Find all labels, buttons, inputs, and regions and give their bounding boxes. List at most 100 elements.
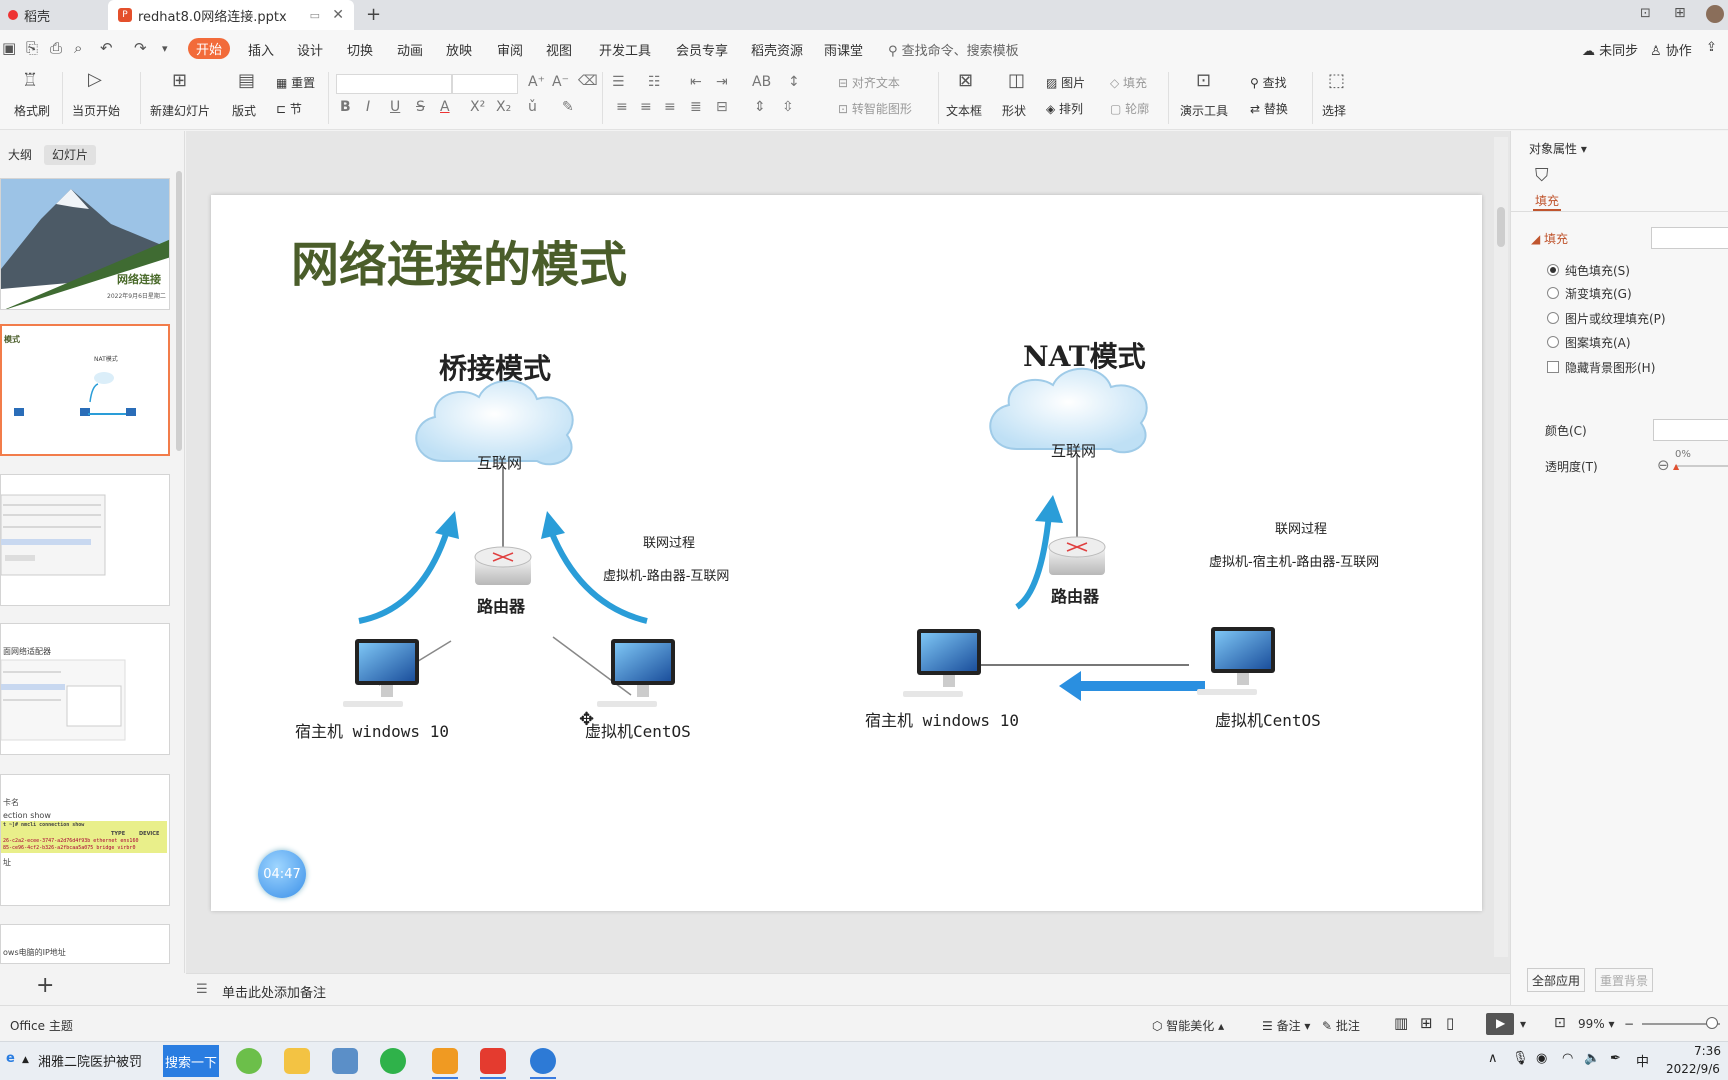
remote-desktop-icon[interactable] xyxy=(332,1048,358,1074)
menu-animation[interactable]: 动画 xyxy=(397,40,423,59)
font-family-select[interactable] xyxy=(336,74,452,94)
font-size-select[interactable] xyxy=(452,74,518,94)
vmware-icon[interactable] xyxy=(432,1048,458,1074)
command-search[interactable]: ⚲ 查找命令、搜索模板 xyxy=(888,40,1019,59)
subscript-icon[interactable]: X₂ xyxy=(496,99,511,115)
tab-slides[interactable]: 幻灯片 xyxy=(44,145,97,165)
layout-icon[interactable]: ▤ xyxy=(238,70,255,91)
normal-view-icon[interactable]: ▥ xyxy=(1394,1014,1408,1032)
clock-time[interactable]: 7:36 xyxy=(1694,1044,1721,1058)
grow-font-icon[interactable]: A⁺ xyxy=(528,74,545,90)
redo-icon[interactable]: ↷ xyxy=(134,39,147,57)
menu-insert[interactable]: 插入 xyxy=(248,40,274,59)
menu-review[interactable]: 审阅 xyxy=(497,40,523,59)
transparency-slider[interactable] xyxy=(1675,465,1728,467)
arrange-button[interactable]: ◈ 排列 xyxy=(1046,100,1083,117)
outline-button[interactable]: ▢ 轮廓 xyxy=(1110,100,1149,117)
play-from-current-button[interactable]: 当页开始 xyxy=(72,102,120,119)
undo-icon[interactable]: ↶ xyxy=(100,39,113,57)
slide[interactable]: 网络连接的模式 桥接模式 互联网 路由器 联网过程 虚拟机-路由器-互联网 宿主… xyxy=(211,195,1482,911)
user-avatar[interactable] xyxy=(1706,5,1724,23)
tab-pptx[interactable]: P redhat8.0网络连接.pptx ▭ ✕ xyxy=(108,0,354,30)
transparency-thumb[interactable]: ▲ xyxy=(1673,462,1679,471)
more-icon[interactable]: ▾ xyxy=(162,42,168,55)
save-icon[interactable]: ▣ xyxy=(2,39,16,57)
reset-background-button[interactable]: 重置背景 xyxy=(1595,968,1653,992)
select-button[interactable]: 选择 xyxy=(1322,102,1346,119)
tray-app-icon[interactable]: ◉ xyxy=(1536,1051,1547,1066)
justify-icon[interactable]: ≣ xyxy=(690,99,702,115)
opt-hide-bg[interactable]: 隐藏背景图形(H) xyxy=(1565,359,1655,376)
wechat-icon[interactable] xyxy=(380,1048,406,1074)
file-explorer-icon[interactable] xyxy=(284,1048,310,1074)
line-spacing-icon[interactable]: ↕ xyxy=(788,74,800,90)
highlight-icon[interactable]: ✎ xyxy=(562,99,574,115)
smartart-button[interactable]: ⊡ 转智能图形 xyxy=(838,100,912,117)
zoom-thumb[interactable] xyxy=(1706,1017,1718,1029)
align-center-icon[interactable]: ≡ xyxy=(640,99,652,115)
textbox-icon[interactable]: ⊠ xyxy=(958,70,973,91)
menu-devtools[interactable]: 开发工具 xyxy=(599,40,651,59)
distribute-icon[interactable]: ⊟ xyxy=(716,99,728,115)
panel-scrollbar[interactable] xyxy=(176,171,182,451)
font-color-icon[interactable]: A xyxy=(440,99,450,115)
slide-thumb-6[interactable]: ows电脑的IP地址 xyxy=(0,924,170,964)
slide-thumb-2[interactable]: 模式 NAT模式 xyxy=(0,324,170,456)
menu-transition[interactable]: 切换 xyxy=(347,40,373,59)
pen-icon[interactable]: ✒ xyxy=(1610,1051,1621,1066)
canvas-scrollbar[interactable] xyxy=(1494,137,1508,957)
opt-solid-fill[interactable]: 纯色填充(S) xyxy=(1565,262,1630,279)
radio-solid-fill[interactable] xyxy=(1547,264,1559,276)
new-tab-icon[interactable]: + xyxy=(366,4,381,25)
superscript-icon[interactable]: X² xyxy=(470,99,485,115)
italic-icon[interactable]: I xyxy=(366,99,370,115)
export-icon[interactable]: ⎘ xyxy=(26,39,38,57)
layout-button[interactable]: 版式 xyxy=(232,102,256,119)
zoom-level[interactable]: 99% ▾ xyxy=(1578,1017,1615,1031)
play-from-current-icon[interactable]: ▷ xyxy=(88,69,102,90)
strikethrough-icon[interactable]: S xyxy=(416,99,425,115)
new-slide-icon[interactable]: ⊞ xyxy=(172,70,187,91)
opt-picture-fill[interactable]: 图片或纹理填充(P) xyxy=(1565,310,1666,327)
new-slide-button[interactable]: 新建幻灯片 xyxy=(150,102,210,119)
shrink-font-icon[interactable]: A⁻ xyxy=(552,74,569,90)
tab-fill[interactable]: 填充 xyxy=(1535,192,1559,209)
format-painter-button[interactable]: 格式刷 xyxy=(14,102,50,119)
align-left-icon[interactable]: ≡ xyxy=(616,99,628,115)
slide-thumb-4[interactable]: 面网络适配器 xyxy=(0,623,170,755)
tab-outline[interactable]: 大纲 xyxy=(0,145,40,165)
fill-bucket-icon[interactable]: ⛉ xyxy=(1535,165,1549,186)
checkbox-hide-bg[interactable] xyxy=(1547,361,1559,373)
news-ticker[interactable]: 湘雅二院医护被罚 xyxy=(38,1051,142,1070)
add-slide-icon[interactable]: + xyxy=(36,973,54,998)
notes-placeholder[interactable]: 单击此处添加备注 xyxy=(222,982,326,1001)
grid-icon[interactable]: ⊞ xyxy=(1674,5,1686,21)
notes-bar[interactable]: ☰ 单击此处添加备注 xyxy=(186,973,1510,1005)
theme-name[interactable]: Office 主题 xyxy=(10,1017,73,1034)
menu-member[interactable]: 会员专享 xyxy=(676,40,728,59)
preview-icon[interactable]: ⌕ xyxy=(74,39,82,57)
sorter-view-icon[interactable]: ⊞ xyxy=(1420,1014,1433,1032)
mic-icon[interactable]: 🎙 xyxy=(1512,1051,1529,1066)
radio-picture-fill[interactable] xyxy=(1547,312,1559,324)
paragraph-spacing-icon[interactable]: ⇕ xyxy=(754,99,766,115)
opt-gradient-fill[interactable]: 渐变填充(G) xyxy=(1565,285,1632,302)
opt-pattern-fill[interactable]: 图案填充(A) xyxy=(1565,334,1631,351)
underline-icon[interactable]: U xyxy=(390,99,400,115)
pinyin-icon[interactable]: ǔ xyxy=(528,99,537,115)
outdent-icon[interactable]: ⇤ xyxy=(690,74,702,90)
wps-icon[interactable] xyxy=(480,1048,506,1074)
menu-slideshow[interactable]: 放映 xyxy=(446,40,472,59)
smart-beautify-button[interactable]: ⬡ 智能美化 ▴ xyxy=(1152,1017,1224,1034)
clear-format-icon[interactable]: ⌫ xyxy=(578,73,598,89)
line-spacing2-icon[interactable]: ⇳ xyxy=(782,99,794,115)
fill-section-toggle[interactable]: ◢ 填充 xyxy=(1531,230,1568,247)
network-icon[interactable]: ◠ xyxy=(1562,1051,1573,1066)
clock-date[interactable]: 2022/9/6 xyxy=(1666,1062,1720,1076)
align-right-icon[interactable]: ≡ xyxy=(664,99,676,115)
textbox-button[interactable]: 文本框 xyxy=(946,102,982,119)
tab-daoke[interactable]: 稻壳 xyxy=(0,0,105,30)
reset-button[interactable]: ▦ 重置 xyxy=(276,74,315,91)
canvas-scroll-thumb[interactable] xyxy=(1497,207,1505,247)
apply-all-button[interactable]: 全部应用 xyxy=(1527,968,1585,992)
